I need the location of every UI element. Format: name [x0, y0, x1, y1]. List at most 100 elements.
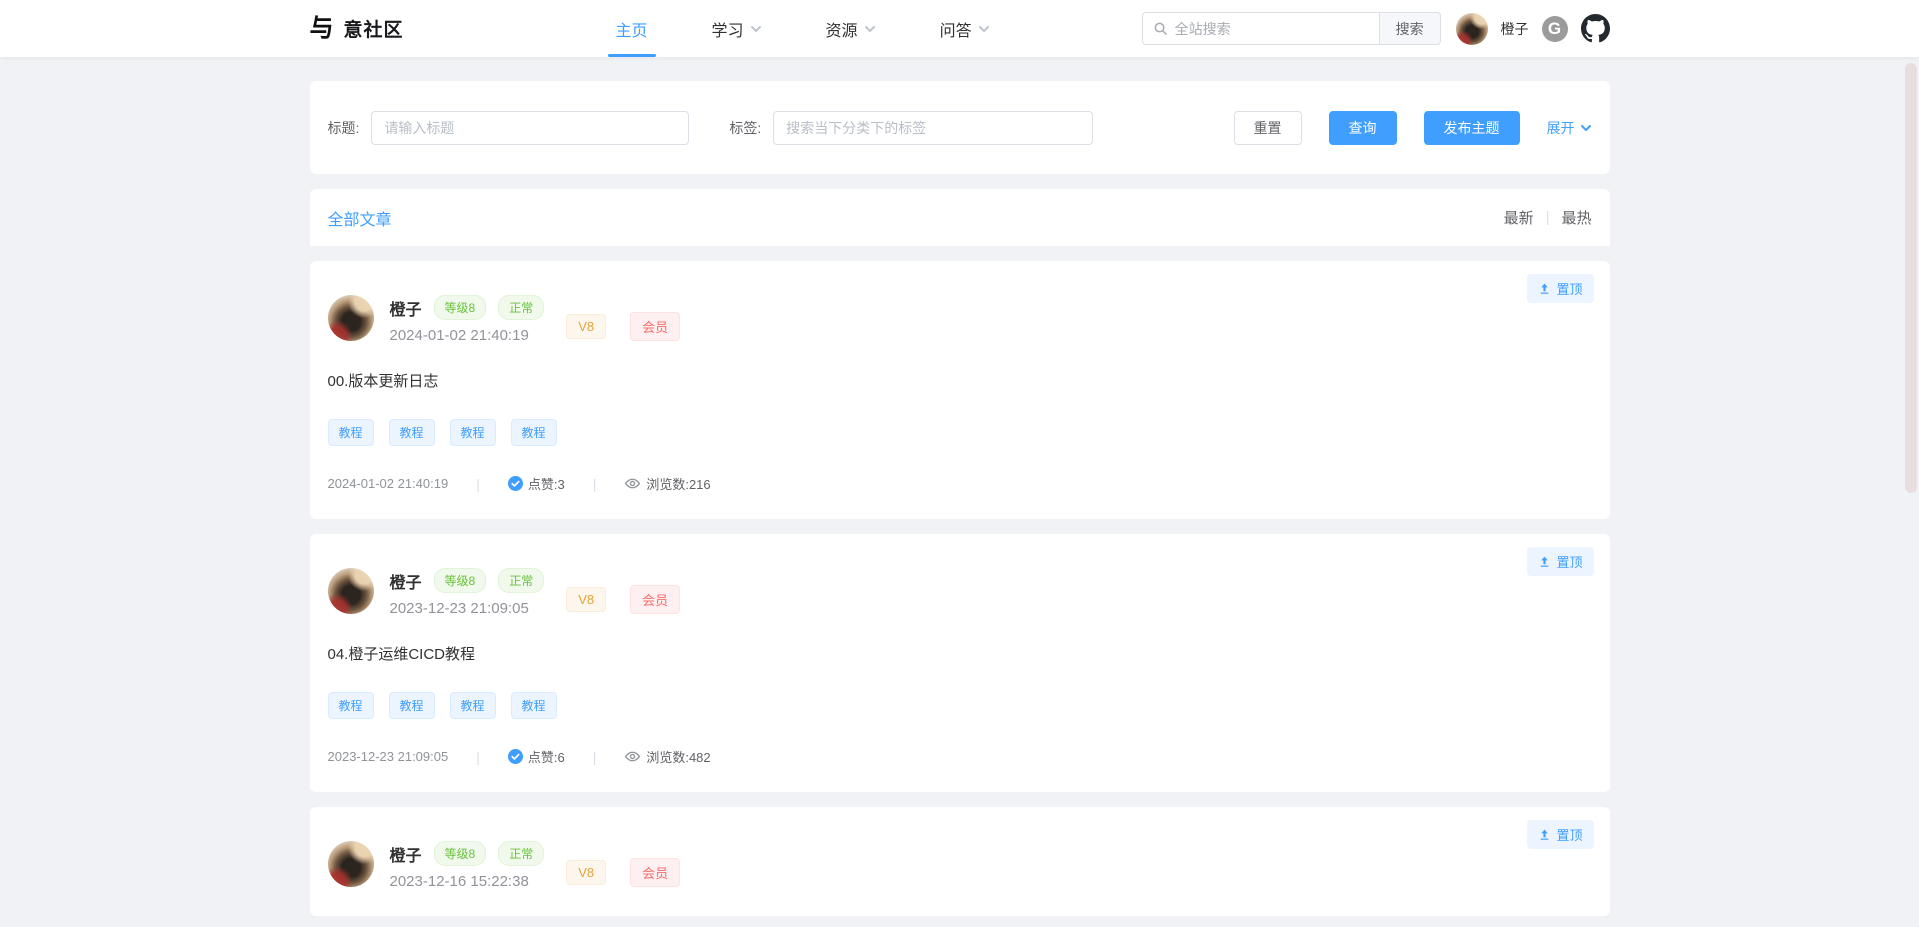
publish-topic-button[interactable]: 发布主题: [1424, 111, 1520, 145]
list-header: 全部文章 最新 | 最热: [310, 189, 1610, 246]
member-badge: 会员: [630, 585, 680, 614]
post-card[interactable]: 置顶 橙子 等级8 正常 2023-12-23 21:09:05 V8 会员 0…: [310, 534, 1610, 792]
author-avatar[interactable]: [328, 841, 374, 887]
pin-label: 置顶: [1556, 552, 1582, 571]
likes-label: 点赞:3: [528, 474, 565, 493]
author-avatar[interactable]: [328, 568, 374, 614]
author-name[interactable]: 橙子: [390, 842, 422, 866]
filter-actions: 重置 查询 发布主题 展开: [1234, 111, 1592, 145]
likes-stat: 点赞:3: [508, 474, 565, 493]
status-badge: 正常: [498, 568, 544, 593]
title-filter-input[interactable]: [371, 111, 689, 145]
global-search: 搜索: [1142, 12, 1441, 45]
expand-label: 展开: [1547, 118, 1575, 138]
pin-top-icon: [1538, 828, 1551, 841]
all-articles-link[interactable]: 全部文章: [328, 206, 392, 230]
post-tag[interactable]: 教程: [450, 692, 496, 719]
post-tag[interactable]: 教程: [328, 692, 374, 719]
author-avatar[interactable]: [328, 295, 374, 341]
views-stat: 浏览数:482: [624, 747, 710, 766]
reset-button[interactable]: 重置: [1234, 111, 1302, 145]
chevron-down-icon: [864, 23, 876, 35]
pin-top-icon: [1538, 282, 1551, 295]
sort-divider: |: [1546, 209, 1550, 226]
eye-icon: [624, 475, 641, 492]
scrollbar-thumb[interactable]: [1905, 63, 1917, 493]
post-card[interactable]: 置顶 橙子 等级8 正常 2023-12-16 15:22:38 V8 会员: [310, 807, 1610, 916]
eye-icon: [624, 748, 641, 765]
search-icon: [1153, 21, 1168, 36]
post-created-date: 2024-01-02 21:40:19: [390, 327, 545, 344]
pin-label: 置顶: [1556, 279, 1582, 298]
sort-controls: 最新 | 最热: [1504, 207, 1592, 228]
post-created-date: 2023-12-23 21:09:05: [390, 600, 545, 617]
post-tags: 教程 教程 教程 教程: [328, 419, 1592, 446]
post-tag[interactable]: 教程: [389, 419, 435, 446]
brand[interactable]: 与 意社区: [310, 15, 404, 42]
vip-badge: V8: [566, 587, 606, 612]
nav-item-resources[interactable]: 资源: [806, 0, 896, 57]
pin-top-icon: [1538, 555, 1551, 568]
post-tag[interactable]: 教程: [389, 692, 435, 719]
footer-divider: |: [593, 476, 597, 492]
user-avatar[interactable]: [1456, 13, 1488, 45]
tag-filter-label: 标签:: [729, 118, 761, 138]
title-filter-label: 标题:: [328, 118, 360, 138]
search-button[interactable]: 搜索: [1379, 12, 1441, 45]
github-icon[interactable]: [1581, 14, 1610, 43]
likes-label: 点赞:6: [528, 747, 565, 766]
footer-divider: |: [476, 476, 480, 492]
post-created-date: 2023-12-16 15:22:38: [390, 873, 545, 890]
member-badge: 会员: [630, 858, 680, 887]
search-input-wrap: [1142, 12, 1379, 45]
post-card[interactable]: 置顶 橙子 等级8 正常 2024-01-02 21:40:19 V8 会员 0…: [310, 261, 1610, 519]
author-name[interactable]: 橙子: [390, 296, 422, 320]
nav-item-home[interactable]: 主页: [596, 0, 668, 57]
vip-badge: V8: [566, 860, 606, 885]
user-name[interactable]: 橙子: [1501, 19, 1529, 39]
nav-item-qa[interactable]: 问答: [920, 0, 1010, 57]
nav-item-learn[interactable]: 学习: [692, 0, 782, 57]
brand-logo-icon: 与: [310, 16, 334, 41]
post-footer: 2024-01-02 21:40:19 | 点赞:3 | 浏览数:216: [328, 474, 1592, 493]
post-tag[interactable]: 教程: [511, 419, 557, 446]
post-author-row: 橙子 等级8 正常 2024-01-02 21:40:19 V8 会员: [328, 295, 1592, 344]
gitee-icon[interactable]: G: [1542, 16, 1568, 42]
pin-top-button[interactable]: 置顶: [1527, 274, 1593, 303]
post-tags: 教程 教程 教程 教程: [328, 692, 1592, 719]
post-author-row: 橙子 等级8 正常 2023-12-23 21:09:05 V8 会员: [328, 568, 1592, 617]
post-title[interactable]: 04.橙子运维CICD教程: [328, 643, 1592, 664]
author-name[interactable]: 橙子: [390, 569, 422, 593]
filter-bar: 标题: 标签: 重置 查询 发布主题 展开: [310, 81, 1610, 174]
post-author-row: 橙子 等级8 正常 2023-12-16 15:22:38 V8 会员: [328, 841, 1592, 890]
views-label: 浏览数:482: [646, 747, 710, 766]
post-tag[interactable]: 教程: [511, 692, 557, 719]
nav-item-label: 主页: [616, 17, 648, 41]
main-nav: 主页 学习 资源 问答: [584, 0, 1022, 57]
tag-filter-input[interactable]: [773, 111, 1093, 145]
post-title[interactable]: 00.版本更新日志: [328, 370, 1592, 391]
pin-top-button[interactable]: 置顶: [1527, 820, 1593, 849]
post-tag[interactable]: 教程: [328, 419, 374, 446]
like-check-icon: [508, 749, 523, 764]
pin-label: 置顶: [1556, 825, 1582, 844]
level-badge: 等级8: [434, 841, 487, 866]
level-badge: 等级8: [434, 295, 487, 320]
nav-item-label: 资源: [826, 17, 858, 41]
sort-newest[interactable]: 最新: [1504, 207, 1534, 228]
status-badge: 正常: [498, 841, 544, 866]
views-label: 浏览数:216: [646, 474, 710, 493]
nav-item-label: 学习: [712, 17, 744, 41]
footer-date: 2024-01-02 21:40:19: [328, 476, 449, 491]
expand-toggle[interactable]: 展开: [1547, 118, 1592, 138]
chevron-down-icon: [1580, 122, 1592, 134]
sort-hottest[interactable]: 最热: [1561, 207, 1591, 228]
search-input[interactable]: [1175, 21, 1369, 37]
top-navbar: 与 意社区 主页 学习 资源 问答: [0, 0, 1919, 57]
pin-top-button[interactable]: 置顶: [1527, 547, 1593, 576]
chevron-down-icon: [978, 23, 990, 35]
post-tag[interactable]: 教程: [450, 419, 496, 446]
likes-stat: 点赞:6: [508, 747, 565, 766]
query-button[interactable]: 查询: [1329, 111, 1397, 145]
nav-item-label: 问答: [940, 17, 972, 41]
